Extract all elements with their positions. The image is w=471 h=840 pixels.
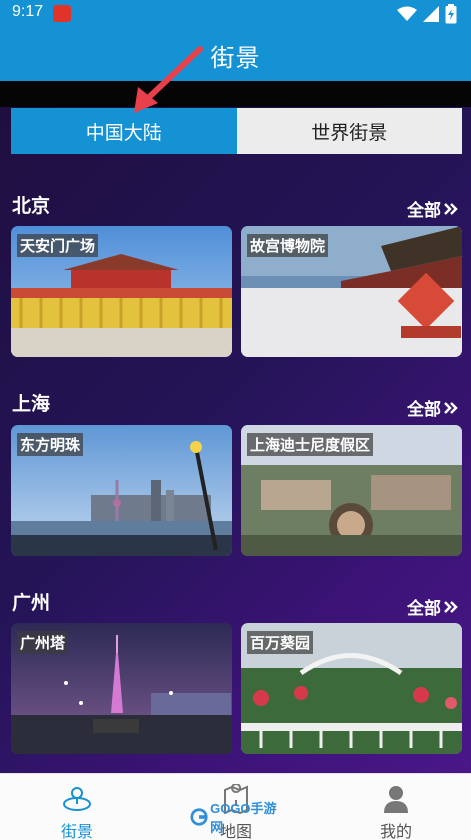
section-title-guangzhou: 广州 — [12, 592, 51, 614]
app-header: 街景 — [0, 26, 471, 81]
page-title: 街景 — [210, 44, 261, 72]
view-all-label: 全部 — [407, 599, 441, 619]
nav-label: 街景 — [60, 822, 93, 840]
nav-street-view[interactable]: 街景 — [17, 774, 137, 840]
tab-world-street-view[interactable]: 世界街景 — [236, 108, 462, 154]
battery-icon — [445, 4, 457, 24]
card-forbidden-city[interactable]: 故宫博物院 — [241, 226, 462, 357]
app-notification-icon — [53, 5, 71, 22]
status-bar: 9:17 — [0, 0, 471, 26]
wifi-icon — [397, 6, 417, 21]
section-title-shanghai: 上海 — [12, 393, 51, 415]
card-baiwan-kuiyuan[interactable]: 百万葵园 — [241, 623, 462, 754]
street-view-icon — [63, 787, 91, 811]
card-label: 广州塔 — [17, 631, 69, 654]
card-canton-tower[interactable]: 广州塔 — [11, 623, 232, 754]
section-title-beijing: 北京 — [12, 195, 51, 217]
double-chevron-right-icon — [444, 202, 458, 215]
card-label: 天安门广场 — [17, 234, 99, 257]
status-time: 9:17 — [12, 3, 44, 20]
main-content[interactable]: 中国大陆 世界街景 北京 全部 天安门广场 故宫博物院 上海 全部 东方明珠 上… — [0, 107, 471, 773]
status-icons — [397, 4, 457, 24]
card-tiananmen-square[interactable]: 天安门广场 — [11, 226, 232, 357]
card-label: 百万葵园 — [247, 631, 314, 654]
double-chevron-right-icon — [444, 600, 458, 613]
view-all-guangzhou[interactable]: 全部 — [407, 594, 459, 619]
watermark: GOGO手游网 — [190, 801, 282, 835]
region-tabs: 中国大陆 世界街景 — [11, 108, 462, 154]
view-all-label: 全部 — [407, 400, 441, 420]
view-all-shanghai[interactable]: 全部 — [407, 395, 459, 420]
header-divider — [0, 81, 471, 107]
card-label: 东方明珠 — [17, 433, 84, 456]
card-oriental-pearl[interactable]: 东方明珠 — [11, 425, 232, 556]
watermark-logo-icon — [190, 808, 208, 826]
card-shanghai-disney[interactable]: 上海迪士尼度假区 — [241, 425, 462, 556]
watermark-text: GOGO手游网 — [210, 801, 277, 835]
view-all-label: 全部 — [407, 201, 441, 221]
user-icon — [384, 786, 408, 813]
card-label: 上海迪士尼度假区 — [247, 433, 374, 456]
view-all-beijing[interactable]: 全部 — [407, 196, 459, 221]
nav-profile[interactable]: 我的 — [336, 774, 456, 840]
signal-icon — [423, 6, 439, 22]
annotation-arrow-icon — [134, 46, 203, 113]
card-label: 故宫博物院 — [247, 234, 329, 257]
nav-label: 我的 — [379, 822, 412, 840]
double-chevron-right-icon — [444, 401, 458, 414]
